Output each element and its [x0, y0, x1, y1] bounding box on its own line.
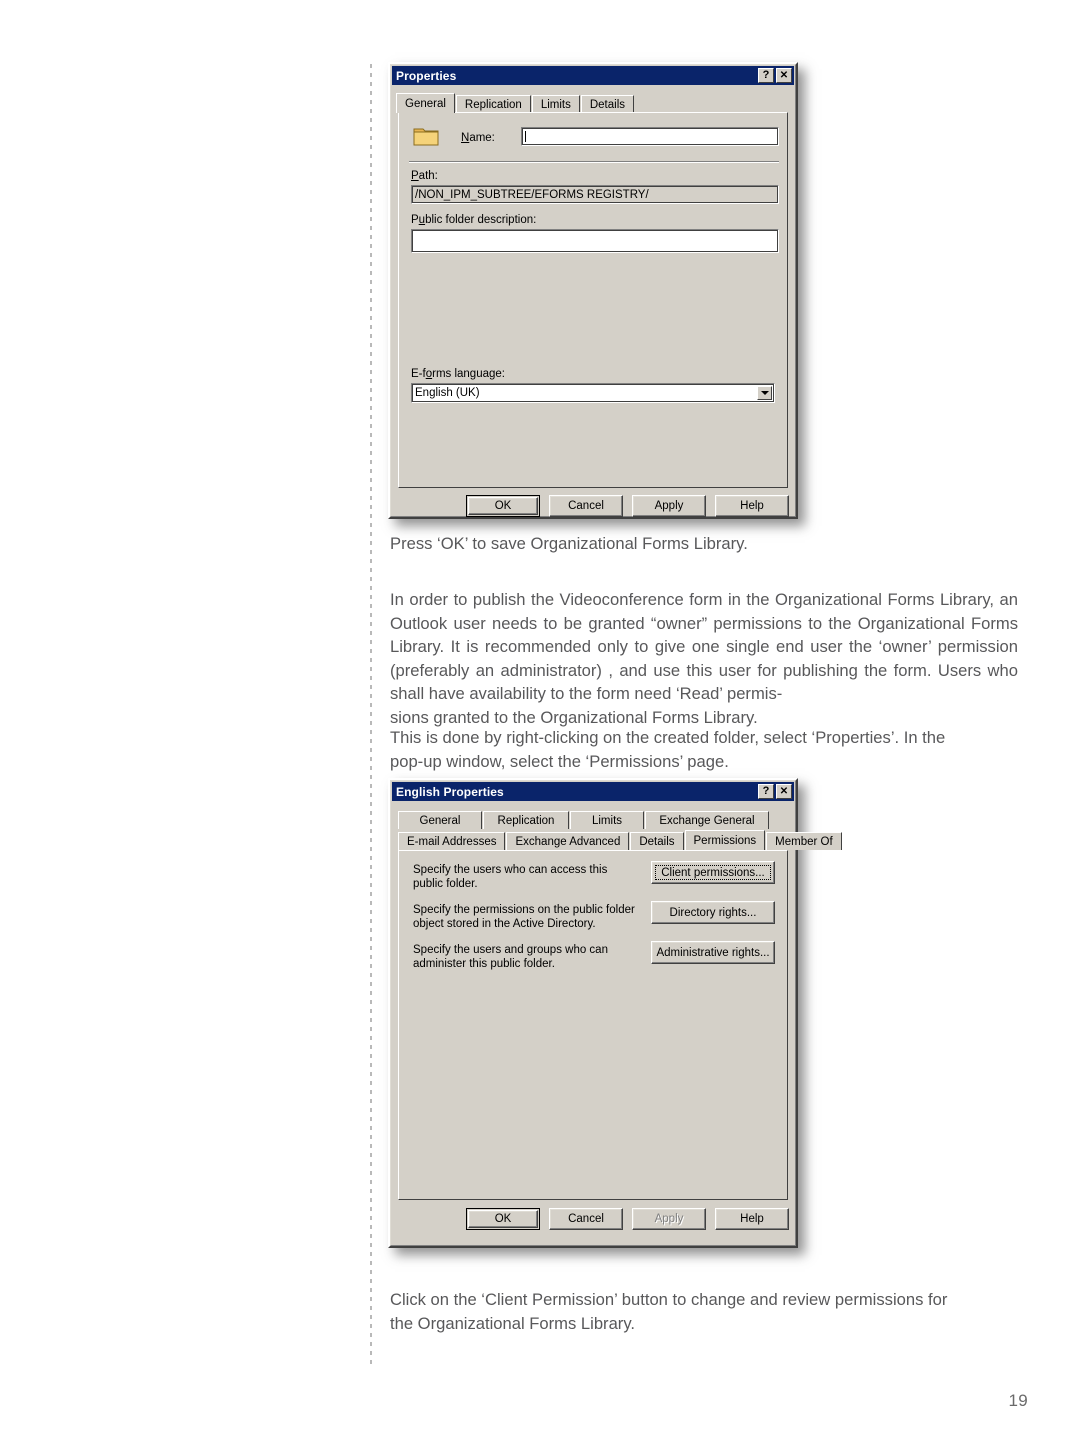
- paragraph-text: In order to publish the Videoconference …: [390, 590, 1018, 704]
- apply-button-label: Apply: [654, 1213, 684, 1225]
- tab-label: General: [419, 814, 461, 827]
- ok-button-label: OK: [494, 500, 512, 512]
- name-label: Name:: [461, 132, 495, 144]
- titlebar: English Properties ? ✕: [392, 782, 794, 801]
- tab-member-of[interactable]: Member Of: [766, 832, 842, 850]
- apply-button-label: Apply: [654, 500, 684, 512]
- tab-permissions[interactable]: Permissions: [684, 830, 766, 850]
- help-icon[interactable]: ?: [758, 68, 774, 83]
- document-page: Properties ? ✕ General Replication Limit…: [0, 0, 1080, 1437]
- cancel-button[interactable]: Cancel: [549, 495, 623, 517]
- tab-details[interactable]: Details: [580, 95, 635, 113]
- paragraph-text: Click on the ‘Client Permission’ button …: [390, 1290, 948, 1309]
- help-icon[interactable]: ?: [758, 784, 774, 799]
- close-icon[interactable]: ✕: [776, 784, 792, 799]
- properties-dialog: Properties ? ✕ General Replication Limit…: [388, 62, 798, 519]
- tab-details[interactable]: Details: [630, 832, 684, 850]
- divider: [409, 161, 779, 163]
- directory-rights-button[interactable]: Directory rights...: [651, 901, 775, 924]
- apply-button[interactable]: Apply: [632, 495, 706, 517]
- page-number: 19: [1008, 1391, 1028, 1410]
- tab-label: General: [405, 97, 446, 110]
- cancel-button-label: Cancel: [568, 1213, 604, 1225]
- window-title: Properties: [396, 68, 457, 83]
- caption-text: Press ‘OK’ to save Organizational Forms …: [390, 534, 748, 553]
- tab-exchange-advanced[interactable]: Exchange Advanced: [506, 832, 630, 850]
- tab-label: Permissions: [693, 834, 757, 847]
- description-input[interactable]: [411, 229, 779, 253]
- directory-rights-button-label: Directory rights...: [669, 906, 757, 919]
- ok-button[interactable]: OK: [466, 1208, 540, 1230]
- help-button[interactable]: Help: [715, 495, 789, 517]
- tab-label: Limits: [540, 98, 571, 111]
- paragraph-last-line: the Organizational Forms Library.: [390, 1313, 636, 1333]
- description-label: Public folder description:: [411, 214, 537, 226]
- tab-label: E-mail Addresses: [407, 835, 497, 848]
- paragraph-publish-form: In order to publish the Videoconference …: [390, 588, 1018, 730]
- ok-button[interactable]: OK: [466, 495, 540, 517]
- permissions-tab-panel: Specify the users who can access this pu…: [398, 850, 788, 1200]
- paragraph-client-permission: Click on the ‘Client Permission’ button …: [390, 1288, 1018, 1335]
- directory-rights-description: Specify the permissions on the public fo…: [413, 904, 635, 930]
- help-button-label: Help: [740, 1213, 764, 1225]
- paragraph-text: This is done by right-clicking on the cr…: [390, 728, 946, 747]
- client-permissions-button[interactable]: Client permissions...: [651, 861, 775, 884]
- administrative-rights-description: Specify the users and groups who can adm…: [413, 944, 608, 970]
- client-permissions-description: Specify the users who can access this pu…: [413, 864, 608, 890]
- administrative-rights-button[interactable]: Administrative rights...: [651, 941, 775, 964]
- chevron-down-icon[interactable]: [757, 386, 772, 400]
- tabstrip-row-1: General Replication Limits Exchange Gene…: [390, 809, 796, 829]
- titlebar: Properties ? ✕: [392, 66, 794, 85]
- margin-dotted-rule: [370, 64, 372, 1366]
- tab-label: Details: [639, 835, 675, 848]
- administrative-rights-button-label: Administrative rights...: [656, 946, 770, 959]
- path-value: /NON_IPM_SUBTREE/EFORMS REGISTRY/: [415, 188, 649, 201]
- tab-replication[interactable]: Replication: [455, 95, 531, 113]
- help-button[interactable]: Help: [715, 1208, 789, 1230]
- paragraph-last-line: pop-up window, select the ‘Permissions’ …: [390, 751, 729, 771]
- tab-label: Details: [589, 98, 626, 111]
- tabstrip-row-2: E-mail Addresses Exchange Advanced Detai…: [390, 830, 842, 850]
- path-field: /NON_IPM_SUBTREE/EFORMS REGISTRY/: [411, 185, 779, 204]
- tab-label: Exchange General: [659, 814, 755, 827]
- language-combobox[interactable]: English (UK): [411, 383, 775, 403]
- tabstrip: General Replication Limits Details: [390, 93, 796, 113]
- client-permissions-button-label: Client permissions...: [661, 866, 765, 879]
- tab-email-addresses[interactable]: E-mail Addresses: [398, 832, 506, 850]
- path-label: Path:: [411, 170, 438, 182]
- cancel-button-label: Cancel: [568, 500, 604, 512]
- caption-press-ok: Press ‘OK’ to save Organizational Forms …: [390, 532, 1018, 556]
- tab-label: Replication: [497, 814, 555, 827]
- tab-limits[interactable]: Limits: [570, 811, 644, 829]
- name-input[interactable]: [521, 127, 779, 146]
- folder-icon: [413, 128, 439, 146]
- cancel-button[interactable]: Cancel: [549, 1208, 623, 1230]
- tab-limits[interactable]: Limits: [531, 95, 580, 113]
- window-title: English Properties: [396, 784, 504, 799]
- help-button-label: Help: [740, 500, 764, 512]
- language-label: E-forms language:: [411, 368, 505, 380]
- tab-exchange-general[interactable]: Exchange General: [645, 811, 769, 829]
- close-icon[interactable]: ✕: [776, 68, 792, 83]
- general-tab-panel: Name: Path: /NON_IPM_SUBTREE/EFORMS REGI…: [398, 112, 788, 488]
- english-properties-dialog: English Properties ? ✕ General Replicati…: [388, 778, 842, 1248]
- language-value: English (UK): [415, 387, 480, 399]
- paragraph-right-click: This is done by right-clicking on the cr…: [390, 726, 1018, 773]
- ok-button-label: OK: [494, 1213, 512, 1225]
- tab-label: Exchange Advanced: [515, 835, 621, 848]
- tab-label: Member Of: [775, 835, 833, 848]
- apply-button: Apply: [632, 1208, 706, 1230]
- tab-label: Limits: [591, 814, 623, 827]
- tab-general[interactable]: General: [396, 93, 455, 113]
- tab-label: Replication: [464, 98, 522, 111]
- tab-replication[interactable]: Replication: [483, 811, 569, 829]
- tab-general[interactable]: General: [398, 811, 482, 829]
